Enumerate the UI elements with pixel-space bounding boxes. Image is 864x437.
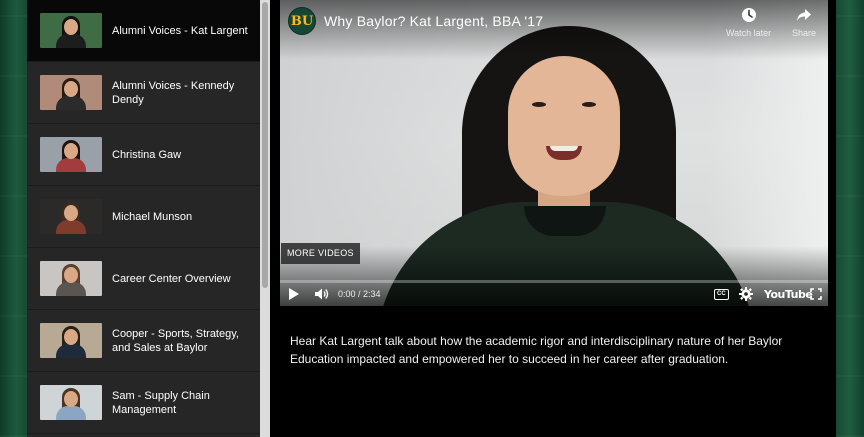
video-title[interactable]: Why Baylor? Kat Largent, BBA '17 [324, 13, 543, 29]
thumbnail-figure-torso [56, 96, 86, 110]
share-arrow-icon [792, 7, 816, 28]
playlist-item[interactable]: Michael Munson [27, 186, 260, 248]
playlist-item[interactable]: Alumni Voices - Kennedy Dendy [27, 62, 260, 124]
channel-logo[interactable]: BU [288, 7, 316, 35]
playlist-item-title: Alumni Voices - Kennedy Dendy [112, 79, 235, 106]
playlist-item-title: Michael Munson [112, 210, 193, 223]
thumbnail-figure-head [64, 391, 78, 407]
video-thumbnail[interactable] [40, 137, 102, 172]
video-thumbnail[interactable] [40, 323, 102, 358]
video-progress-bar[interactable] [280, 280, 828, 283]
speaker-face [508, 56, 620, 196]
playlist-item-title: Christina Gaw [112, 148, 182, 161]
share-label: Share [792, 28, 817, 38]
video-thumbnail[interactable] [40, 75, 102, 110]
playlist-item-title: Career Center Overview [112, 272, 231, 285]
video-thumbnail[interactable] [40, 199, 102, 234]
playlist-item-title: Cooper - Sports, Strategy, and Sales at … [112, 327, 239, 354]
watch-later-button[interactable]: Watch later [726, 7, 771, 38]
gear-icon [739, 287, 753, 301]
playlist-item[interactable]: Sam - Supply Chain Management [27, 372, 260, 434]
playlist-item-title: Alumni Voices - Kat Largent [112, 24, 248, 37]
thumbnail-figure-torso [56, 282, 86, 296]
video-thumbnail[interactable] [40, 385, 102, 420]
thumbnail-figure-head [64, 143, 78, 159]
share-button[interactable]: Share [792, 7, 816, 38]
speaker-teeth [550, 146, 578, 151]
speaker-eye-left [532, 102, 546, 107]
video-thumbnail[interactable] [40, 13, 102, 48]
thumbnail-figure-head [64, 329, 78, 345]
video-playlist: Alumni Voices - Kat Largent Alumni Voices… [27, 0, 260, 437]
play-icon [289, 288, 299, 300]
playlist-item[interactable]: Alumni Voices - Kat Largent [27, 0, 260, 62]
fullscreen-icon [810, 288, 822, 300]
watch-later-label: Watch later [726, 28, 772, 38]
thumbnail-figure-head [64, 205, 78, 221]
clock-icon [726, 7, 771, 28]
main-content: BU Why Baylor? Kat Largent, BBA '17 Watc… [270, 0, 836, 437]
play-button[interactable] [288, 285, 300, 303]
video-thumbnail[interactable] [40, 261, 102, 296]
playlist-item[interactable]: Christina Gaw [27, 124, 260, 186]
settings-button[interactable] [739, 285, 753, 303]
speaker-eye-right [582, 102, 596, 107]
playlist-item-title: Sam - Supply Chain Management [112, 389, 210, 416]
more-videos-button[interactable]: MORE VIDEOS [281, 243, 360, 264]
youtube-logo[interactable]: YouTube [764, 285, 813, 303]
thumbnail-figure-head [64, 19, 78, 35]
thumbnail-figure-torso [56, 406, 86, 420]
volume-button[interactable] [314, 285, 330, 303]
thumbnail-figure-torso [56, 220, 86, 234]
cc-icon: CC [714, 288, 729, 300]
playlist-scrollbar-thumb[interactable] [262, 2, 268, 288]
right-background-band [836, 0, 864, 437]
playlist-item[interactable]: Career Center Overview [27, 248, 260, 310]
fullscreen-button[interactable] [810, 285, 822, 303]
thumbnail-figure-torso [56, 158, 86, 172]
thumbnail-figure-head [64, 81, 78, 97]
volume-icon [315, 288, 329, 300]
thumbnail-figure-torso [56, 344, 86, 358]
captions-button[interactable]: CC [714, 285, 729, 303]
playlist-item[interactable]: Cooper - Sports, Strategy, and Sales at … [27, 310, 260, 372]
left-background-band [0, 0, 27, 437]
video-player[interactable]: BU Why Baylor? Kat Largent, BBA '17 Watc… [280, 0, 828, 306]
video-description: Hear Kat Largent talk about how the acad… [290, 334, 783, 366]
thumbnail-figure-torso [56, 34, 86, 48]
thumbnail-figure-head [64, 267, 78, 283]
video-time: 0:00 / 2:34 [338, 289, 381, 299]
